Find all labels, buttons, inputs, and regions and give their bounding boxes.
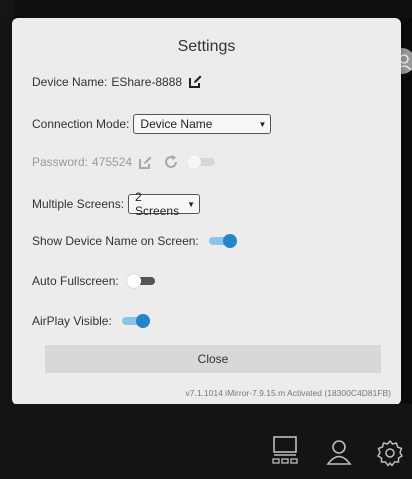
multiple-screens-row: Multiple Screens: 2 Screens ▼	[32, 190, 201, 218]
password-row: Password: 475524	[32, 154, 217, 170]
airplay-visible-label: AirPlay Visible:	[32, 314, 112, 328]
show-device-name-label: Show Device Name on Screen:	[32, 234, 199, 248]
auto-fullscreen-label: Auto Fullscreen:	[32, 274, 119, 288]
top-strip	[0, 0, 412, 18]
dialog-title: Settings	[177, 38, 236, 55]
bottom-toolbar	[0, 404, 412, 479]
connection-mode-row: Connection Mode: Device Name ▼	[32, 114, 272, 134]
show-device-name-row: Show Device Name on Screen:	[32, 234, 237, 248]
chevron-down-icon: ▼	[258, 119, 267, 129]
device-name-row: Device Name: EShare-8888	[32, 74, 203, 89]
screens-icon[interactable]	[272, 435, 298, 470]
password-edit-icon	[138, 155, 153, 170]
connection-mode-value: Device Name	[140, 117, 213, 131]
password-toggle	[187, 155, 217, 169]
chevron-down-icon: ▼	[187, 199, 196, 209]
auto-fullscreen-toggle[interactable]	[126, 274, 157, 288]
edit-icon[interactable]	[188, 74, 203, 89]
show-device-name-toggle[interactable]	[207, 234, 237, 248]
version-text: v7.1.1014 iMirror-7.9.15.m Activated (18…	[185, 388, 391, 398]
multiple-screens-label: Multiple Screens:	[32, 197, 125, 211]
password-label: Password:	[32, 155, 89, 169]
airplay-visible-row: AirPlay Visible:	[32, 314, 150, 328]
airplay-visible-toggle[interactable]	[120, 314, 150, 328]
auto-fullscreen-row: Auto Fullscreen:	[32, 274, 157, 288]
refresh-icon	[163, 154, 179, 170]
password-value: 475524	[92, 155, 133, 169]
multiple-screens-select[interactable]: 2 Screens ▼	[128, 190, 201, 218]
user-icon[interactable]	[326, 439, 352, 470]
gear-icon[interactable]	[376, 439, 404, 472]
settings-dialog: Settings Device Name: EShare-8888 Connec…	[12, 18, 401, 405]
multiple-screens-value: 2 Screens	[135, 190, 180, 218]
device-name-label: Device Name:	[32, 74, 108, 89]
connection-mode-label: Connection Mode:	[32, 117, 130, 131]
device-name-value: EShare-8888	[111, 74, 183, 89]
close-button[interactable]: Close	[45, 345, 381, 373]
connection-mode-select[interactable]: Device Name ▼	[133, 114, 272, 134]
